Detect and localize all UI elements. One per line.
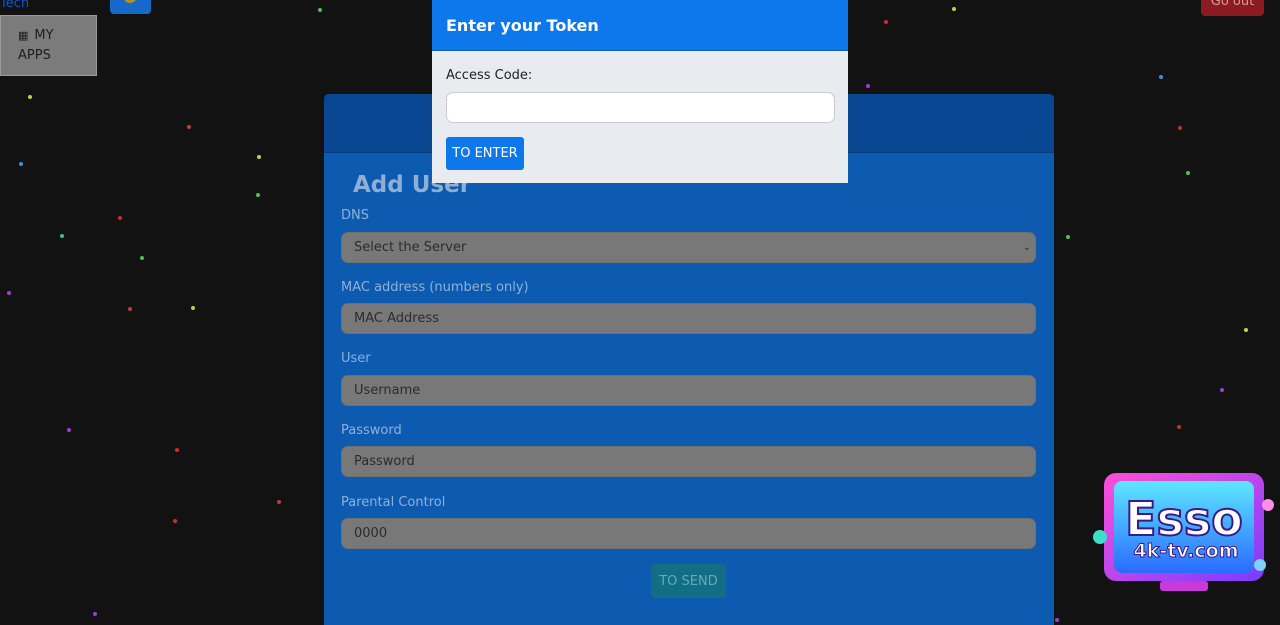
watermark-logo: Esso 4k-tv.com — [1093, 473, 1274, 591]
dns-selected-value: Select the Server — [354, 240, 467, 255]
password-input[interactable] — [341, 446, 1036, 477]
access-code-label: Access Code: — [446, 68, 533, 83]
access-code-input[interactable] — [446, 92, 835, 123]
watermark-line2: 4k-tv.com — [1134, 540, 1239, 562]
password-label: Password — [341, 423, 402, 438]
mac-address-input[interactable] — [341, 303, 1036, 334]
logout-button[interactable]: Go out — [1201, 0, 1264, 16]
parental-control-input[interactable] — [341, 518, 1036, 549]
dns-label: DNS — [341, 208, 369, 223]
user-label: User — [341, 351, 371, 366]
watermark-line1: Esso — [1125, 492, 1243, 546]
modal-title: Enter your Token — [432, 0, 848, 51]
my-apps-label-2: APPS — [18, 48, 51, 63]
grid-icon: ▦ — [18, 29, 29, 42]
my-apps-label-1: MY — [34, 28, 54, 43]
enter-button[interactable]: TO ENTER — [446, 137, 524, 170]
page-root: Tech ▦ MY APPS Go out Add User DNS Select… — [0, 0, 1280, 625]
parental-control-label: Parental Control — [341, 495, 446, 510]
logo-button[interactable] — [110, 0, 151, 14]
dns-select[interactable]: Select the Server ⌄ — [341, 232, 1036, 263]
chevron-down-icon: ⌄ — [1022, 242, 1031, 253]
mac-label: MAC address (numbers only) — [341, 280, 529, 295]
username-input[interactable] — [341, 375, 1036, 406]
send-button[interactable]: TO SEND — [651, 564, 726, 598]
emblem-icon — [123, 0, 137, 3]
brand-name[interactable]: Tech — [0, 0, 29, 11]
my-apps-button[interactable]: ▦ MY APPS — [0, 15, 97, 76]
token-modal: Enter your Token Access Code: TO ENTER — [432, 0, 848, 183]
